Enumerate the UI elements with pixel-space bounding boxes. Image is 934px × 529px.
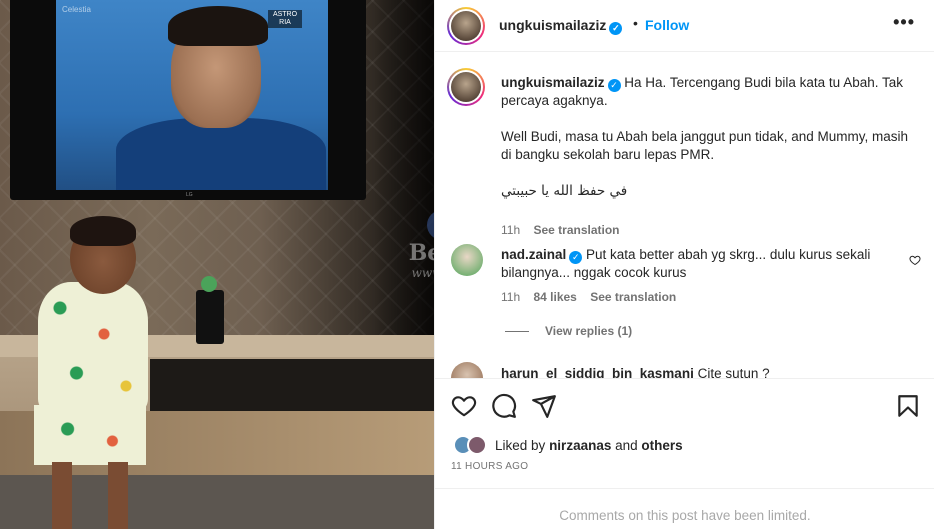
child-shorts [34, 405, 146, 465]
separator-dot: • [633, 15, 638, 31]
liked-user-link[interactable]: nirzaanas [549, 438, 611, 453]
avatar-ring [449, 70, 483, 104]
comments-limited-notice: Comments on this post have been limited. [435, 488, 934, 529]
post-timestamp[interactable]: 11 HOURS AGO [451, 461, 528, 472]
caption-text: ungkuismailaziz ✓ Ha Ha. Tercengang Budi … [501, 74, 911, 200]
share-send-icon[interactable] [531, 393, 557, 419]
caption-username[interactable]: ungkuismailaziz [501, 75, 605, 90]
tv-channel-watermark: Celestia [62, 5, 91, 14]
commenter-avatar[interactable] [451, 244, 483, 276]
liked-others-link[interactable]: others [641, 438, 682, 453]
view-replies-button[interactable]: View replies (1) [505, 324, 632, 338]
television: Celestia ASTRO RIA LG [10, 0, 366, 200]
comment-bubble-icon[interactable] [491, 393, 517, 419]
router [196, 290, 224, 344]
caption-line-2: Well Budi, masa tu Abah bela janggut pun… [501, 129, 908, 162]
comment-text: harun_el_siddiq_bin_kasmani Cite sutun ? [501, 366, 770, 378]
tv-channel-badge: ASTRO RIA [268, 10, 302, 28]
post-side-panel: ungkuismailaziz ✓ • Follow ••• ungkuismai… [434, 0, 934, 529]
commenter-username[interactable]: nad.zainal [501, 247, 566, 262]
avatar-image [451, 11, 481, 41]
follow-button[interactable]: Follow [645, 17, 689, 33]
comments-section[interactable]: ungkuismailaziz ✓ Ha Ha. Tercengang Budi … [435, 52, 934, 378]
avatar-image [451, 72, 481, 102]
like-comment-icon[interactable] [909, 254, 921, 269]
save-bookmark-icon[interactable] [895, 393, 921, 419]
child-hair [70, 216, 136, 246]
comment-see-translation[interactable]: See translation [590, 290, 676, 304]
caption-see-translation[interactable]: See translation [533, 223, 619, 237]
caption-time[interactable]: 11h [501, 223, 520, 237]
liker-avatar[interactable] [467, 435, 487, 455]
child-shirt [38, 282, 148, 412]
tv-man-shirt [116, 118, 326, 190]
commenter-avatar[interactable] [451, 362, 483, 378]
caption-meta: 11h See translation [501, 223, 620, 237]
verified-badge-icon: ✓ [569, 251, 583, 264]
tv-man-hair [168, 6, 268, 46]
author-username-link[interactable]: ungkuismailaziz ✓ [499, 17, 623, 35]
cabinet-slot [150, 359, 434, 411]
caption-line-3: في حفظ الله يا حبيبتي [501, 183, 628, 199]
comment-likes[interactable]: 84 likes [533, 290, 576, 304]
comment-time[interactable]: 11h [501, 290, 520, 304]
child-leg-left [52, 462, 72, 529]
child-leg-right [108, 462, 128, 529]
like-heart-icon[interactable] [451, 393, 477, 419]
post-actions: Liked by nirzaanas and others 11 HOURS A… [435, 378, 934, 488]
tv-brand-logo: LG [186, 192, 193, 198]
comment-text: nad.zainal ✓ Put kata better abah yg skrg… [501, 246, 901, 282]
liked-prefix: Liked by [495, 438, 546, 453]
liker-avatars [453, 435, 493, 455]
author-username[interactable]: ungkuismailaziz [499, 17, 606, 33]
tv-screen: Celestia ASTRO RIA [56, 0, 328, 190]
post-photo[interactable]: Celestia ASTRO RIA LG [0, 0, 434, 529]
verified-badge-icon: ✓ [607, 79, 621, 92]
liked-and: and [615, 438, 638, 453]
comment-body: Cite sutun ? [697, 366, 770, 378]
liked-by-text: Liked by nirzaanas and others [495, 438, 683, 453]
post-header: ungkuismailaziz ✓ • Follow ••• [435, 0, 934, 52]
author-avatar[interactable] [447, 7, 485, 45]
caption-avatar[interactable] [447, 68, 485, 106]
router-cap [201, 276, 217, 292]
wall-shadow [374, 0, 434, 345]
more-options-icon[interactable]: ••• [893, 12, 915, 33]
verified-badge-icon: ✓ [609, 22, 623, 35]
comment-meta: 11h 84 likes See translation [501, 290, 676, 304]
commenter-username[interactable]: harun_el_siddiq_bin_kasmani [501, 366, 694, 378]
avatar-ring [449, 9, 483, 43]
